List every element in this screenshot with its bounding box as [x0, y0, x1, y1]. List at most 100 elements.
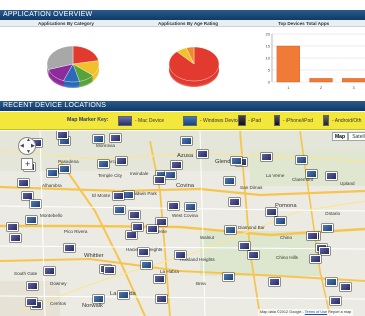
device-marker[interactable]	[239, 242, 250, 250]
device-marker[interactable]	[110, 134, 121, 142]
device-marker[interactable]	[171, 161, 182, 169]
pan-right-icon[interactable]: ▶	[31, 143, 35, 149]
report-map-link[interactable]: Report a map	[328, 310, 351, 314]
device-marker[interactable]	[340, 283, 351, 291]
device-marker[interactable]	[319, 247, 330, 255]
place-label: Ontario	[325, 211, 341, 216]
device-marker[interactable]	[154, 275, 165, 283]
place-label: West Covina	[172, 213, 198, 218]
device-marker[interactable]	[296, 156, 307, 164]
device-marker[interactable]	[310, 255, 321, 263]
device-marker[interactable]	[330, 297, 341, 305]
place-label: Covina	[176, 183, 195, 189]
overview-header: APPLICATION OVERVIEW	[0, 10, 365, 20]
y-tick-label: 15	[266, 44, 271, 49]
age-rating-pie-chart[interactable]	[167, 45, 221, 89]
device-marker[interactable]	[7, 223, 18, 231]
device-marker[interactable]	[223, 273, 234, 281]
terms-of-use-link[interactable]: Terms of Use	[305, 310, 327, 314]
device-marker[interactable]	[185, 203, 196, 211]
device-marker[interactable]	[44, 267, 55, 275]
device-location-map[interactable]: Monrovia Pasadena Glendora Azusa La Vern…	[0, 131, 365, 316]
device-marker[interactable]	[306, 170, 317, 178]
device-marker[interactable]	[22, 192, 33, 200]
map-view-button[interactable]: Map	[332, 132, 348, 141]
device-marker[interactable]	[231, 157, 242, 165]
bar-3[interactable]	[342, 78, 365, 83]
device-marker[interactable]	[165, 171, 176, 179]
device-marker[interactable]	[225, 226, 236, 234]
key-item-ipad: - iPad	[238, 115, 268, 127]
place-label: Diamond Bar	[238, 225, 265, 230]
by-category-heading: Applications By Category	[38, 21, 94, 26]
y-tick-label: 0	[268, 80, 271, 85]
mac-device-icon	[118, 116, 132, 126]
device-marker[interactable]	[104, 266, 115, 274]
device-marker[interactable]	[156, 295, 167, 303]
device-marker[interactable]	[47, 169, 58, 177]
key-item-iphone: - iPhone/iPod	[274, 115, 319, 127]
device-marker[interactable]	[10, 234, 21, 242]
place-label: La Habra	[160, 269, 179, 274]
bar-2[interactable]	[309, 78, 333, 83]
marker-key-title: Map Marker Key:	[67, 117, 109, 123]
device-marker[interactable]	[154, 176, 165, 184]
bar-1[interactable]	[276, 45, 300, 83]
device-marker[interactable]	[326, 172, 337, 180]
place-label: Pomona	[275, 203, 297, 209]
device-marker[interactable]	[147, 225, 158, 233]
device-marker[interactable]	[168, 202, 179, 210]
windows-device-icon	[183, 116, 197, 126]
device-marker[interactable]	[30, 200, 41, 208]
device-marker[interactable]	[64, 244, 75, 252]
device-marker[interactable]	[27, 282, 38, 290]
pan-down-icon[interactable]: ▼	[26, 149, 31, 155]
place-label: Walnut	[200, 235, 215, 240]
place-label: Monrovia	[96, 143, 115, 148]
device-marker[interactable]	[57, 131, 68, 139]
device-marker[interactable]	[326, 278, 337, 286]
device-marker[interactable]	[269, 278, 280, 286]
device-marker[interactable]	[275, 217, 286, 225]
dashboard: APPLICATION OVERVIEW Applications By Cat…	[0, 0, 365, 316]
place-label: Pico Rivera	[64, 229, 88, 234]
device-marker[interactable]	[118, 291, 129, 299]
device-marker[interactable]	[26, 298, 37, 306]
place-label: Alhambra	[42, 183, 62, 188]
device-marker[interactable]	[141, 261, 152, 269]
device-marker[interactable]	[266, 208, 277, 216]
satellite-view-button[interactable]: Satelli	[348, 132, 365, 141]
device-marker[interactable]	[248, 251, 259, 259]
device-marker[interactable]	[18, 179, 29, 187]
device-marker[interactable]	[93, 295, 104, 303]
device-marker[interactable]	[229, 198, 240, 206]
place-label: Pasadena	[58, 159, 79, 164]
pan-left-icon[interactable]: ◀	[20, 143, 24, 149]
device-marker[interactable]	[59, 165, 70, 173]
device-marker[interactable]	[114, 206, 125, 214]
place-label: Irwindale	[130, 171, 149, 176]
device-marker[interactable]	[123, 191, 134, 199]
device-marker[interactable]	[26, 216, 37, 224]
device-marker[interactable]	[98, 160, 109, 168]
category-pie-chart[interactable]	[45, 44, 101, 90]
device-marker[interactable]	[126, 231, 137, 239]
device-marker[interactable]	[129, 211, 140, 219]
place-label: Brea	[196, 281, 206, 286]
device-marker[interactable]	[307, 232, 318, 240]
device-marker[interactable]	[116, 157, 127, 165]
device-marker[interactable]	[224, 177, 235, 185]
device-marker[interactable]	[181, 137, 192, 145]
device-marker[interactable]	[261, 153, 272, 161]
device-marker[interactable]	[322, 224, 333, 232]
map-pan-control[interactable]: ▲ ▼ ◀ ▶	[18, 137, 36, 155]
device-marker[interactable]	[197, 150, 208, 158]
place-label: San Dimas	[240, 185, 263, 190]
device-marker[interactable]	[175, 251, 186, 259]
device-marker[interactable]	[93, 135, 104, 143]
device-marker[interactable]	[138, 248, 149, 256]
device-marker[interactable]	[113, 192, 124, 200]
device-marker[interactable]	[132, 223, 143, 231]
locations-header: RECENT DEVICE LOCATIONS	[0, 101, 365, 111]
zoom-in-button[interactable]: +	[21, 158, 33, 170]
